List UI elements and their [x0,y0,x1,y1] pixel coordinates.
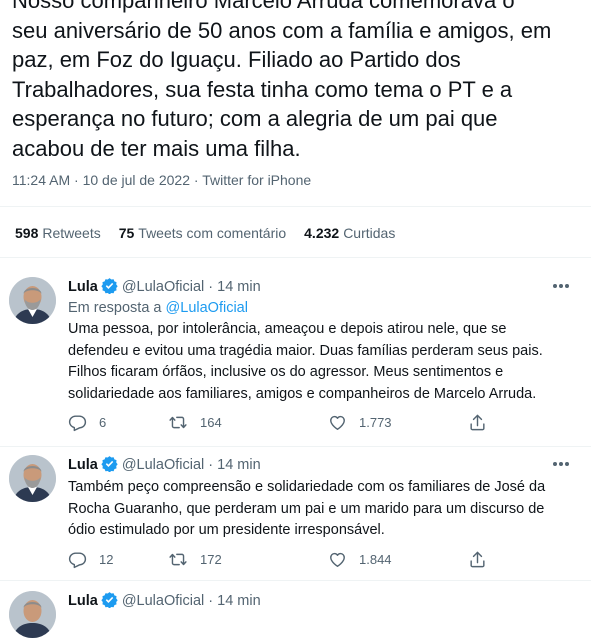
reply-line: ódio estimulado por um presidente irresp… [68,522,385,538]
reply-line: Rocha Guaranho, que perderam um pai e um… [68,500,545,517]
reply-count: 6 [99,415,107,430]
author-name[interactable]: Lula [68,457,98,473]
avatar[interactable] [9,455,56,502]
tweet-time[interactable]: 14 min [217,279,261,295]
meta-separator: · [193,172,199,188]
reply-tweet[interactable]: Lula @LulaOficial · 14 min [0,582,591,638]
main-tweet-line: acabou de ter mais uma filha. [12,135,301,161]
tweet-date-link[interactable]: 10 de jul de 2022 [83,172,190,188]
reply-header: Lula @LulaOficial · 14 min [68,455,261,476]
reply-line: Filhos ficaram órfãos, inclusive os do a… [68,364,504,380]
like-action[interactable]: 1.773 [328,413,392,432]
retweets-label: Retweets [42,225,101,241]
tweet-time[interactable]: 14 min [217,593,261,609]
author-name[interactable]: Lula [68,593,98,609]
quotes-stat[interactable]: 75 Tweets com comentário [119,225,286,241]
likes-label: Curtidas [343,225,396,241]
replying-to-handle[interactable]: @LulaOficial [166,300,248,316]
header-separator: · [208,593,214,609]
share-icon[interactable] [468,413,487,432]
main-tweet-line: esperança no futuro; com a alegria de um… [12,106,498,131]
retweet-icon[interactable] [168,413,188,432]
author-handle[interactable]: @LulaOficial [122,457,204,473]
reply-tweet[interactable]: Lula @LulaOficial · 14 min Em resposta a … [0,268,591,448]
main-tweet-line: Trabalhadores, sua festa tinha como tema… [12,76,513,102]
divider [0,257,591,258]
retweet-action[interactable]: 164 [168,413,222,432]
share-icon[interactable] [468,550,487,569]
retweet-count: 172 [200,552,222,567]
like-action[interactable]: 1.844 [328,550,392,569]
likes-stat[interactable]: 4.232 Curtidas [304,225,395,241]
main-tweet-line: paz, em Foz do Iguaçu. Filiado ao Partid… [12,47,461,72]
author-name[interactable]: Lula [68,279,98,295]
tweet-time-link[interactable]: 11:24 AM [12,172,70,188]
retweet-icon[interactable] [168,550,188,569]
avatar[interactable] [9,277,56,324]
header-separator: · [208,457,214,473]
verified-badge-icon [101,277,118,298]
reply-action[interactable]: 12 [68,550,113,569]
action-bar: 6 164 1.773 [68,413,488,433]
like-icon[interactable] [328,550,347,569]
avatar[interactable] [9,591,56,638]
likes-count: 4.232 [304,225,340,241]
divider [0,580,591,581]
tweet-meta: 11:24 AM · 10 de jul de 2022 · Twitter f… [12,172,311,188]
tweet-stats: 598 Retweets 75 Tweets com comentário 4.23… [15,225,395,241]
header-separator: · [208,279,214,295]
more-icon[interactable] [551,278,571,294]
reply-action[interactable]: 6 [68,413,106,432]
reply-text: Uma pessoa, por intolerância, ameaçou e … [68,319,578,405]
action-bar: 12 172 1.844 [68,550,488,570]
meta-separator: · [74,172,79,188]
like-icon[interactable] [328,413,347,432]
quotes-count: 75 [118,225,135,241]
quotes-label: Tweets com comentário [138,225,287,241]
reply-icon[interactable] [68,550,87,569]
verified-badge-icon [101,455,118,476]
verified-badge-icon [101,591,118,612]
replying-to: Em resposta a @LulaOficial [68,300,248,316]
author-handle[interactable]: @LulaOficial [122,593,204,609]
tweet-time[interactable]: 14 min [217,457,261,473]
reply-tweet[interactable]: Lula @LulaOficial · 14 min Também peço co… [0,446,591,578]
share-action[interactable] [468,550,487,569]
more-icon[interactable] [551,456,571,472]
retweet-action[interactable]: 172 [168,550,222,569]
tweet-source-link[interactable]: Twitter for iPhone [202,172,311,188]
main-tweet-line: seu aniversário de 50 anos com a família… [12,17,552,43]
like-count: 1.844 [359,552,392,567]
like-count: 1.773 [359,415,392,430]
retweets-count: 598 [15,225,39,241]
reply-line: defendeu e evitou uma tragédia maior. Du… [68,342,543,359]
reply-line: Também peço compreensão e solidariedade … [68,479,546,495]
reply-header: Lula @LulaOficial · 14 min [68,277,261,298]
retweets-stat[interactable]: 598 Retweets [15,225,101,241]
reply-icon[interactable] [68,413,87,432]
reply-text: Também peço compreensão e solidariedade … [68,477,578,542]
replying-to-label: Em resposta a [68,300,162,316]
main-tweet-text: Nosso companheiro Marcelo Arruda comemor… [12,0,584,163]
author-handle[interactable]: @LulaOficial [122,279,204,295]
reply-line: solidariedade aos familiares, amigos e c… [68,385,537,402]
retweet-count: 164 [200,415,222,430]
main-tweet-line: Nosso companheiro Marcelo Arruda comemor… [12,0,515,13]
reply-count: 12 [99,552,114,567]
divider [0,206,591,207]
share-action[interactable] [468,413,487,432]
reply-line: Uma pessoa, por intolerância, ameaçou e … [68,321,507,337]
reply-header: Lula @LulaOficial · 14 min [68,591,261,612]
